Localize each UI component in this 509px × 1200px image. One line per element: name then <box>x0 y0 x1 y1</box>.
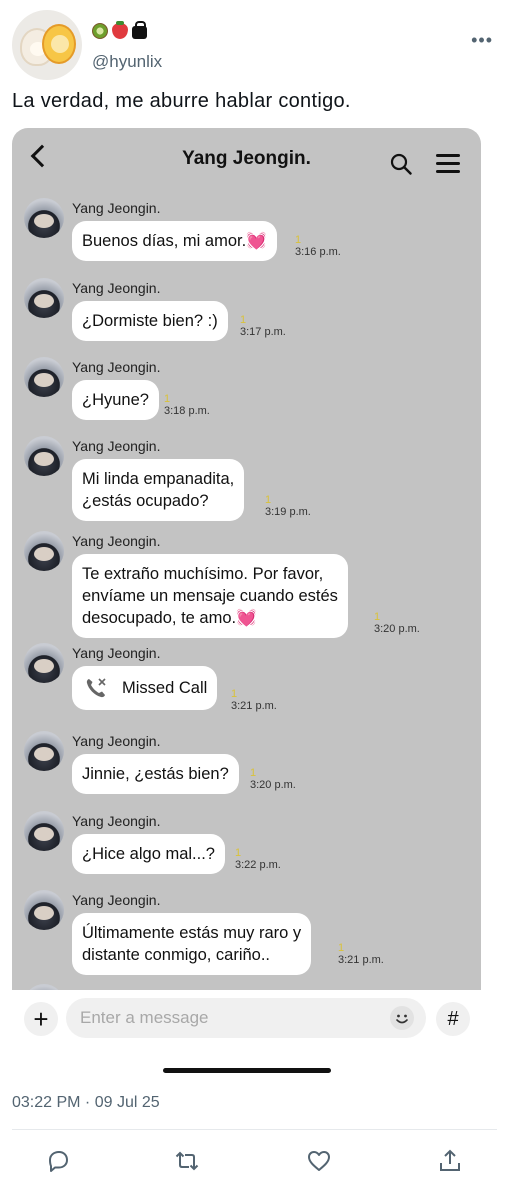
sender-avatar[interactable] <box>24 357 64 397</box>
like-heart-icon[interactable] <box>306 1148 332 1174</box>
message-meta: 1 3:21 p.m. <box>231 688 277 712</box>
message-meta: 1 3:16 p.m. <box>295 234 341 258</box>
message-time: 3:21 p.m. <box>338 954 384 966</box>
message-text: ¿Hyune? <box>82 391 149 409</box>
message-time: 3:20 p.m. <box>374 623 420 635</box>
message-bubble[interactable]: Jinnie, ¿estás bien? <box>72 754 239 794</box>
message-time: 3:22 p.m. <box>235 859 281 871</box>
chat-header: Yang Jeongin. <box>12 128 481 194</box>
heart-icon: 💓 <box>236 609 257 627</box>
message-meta: 1 3:19 p.m. <box>265 494 311 518</box>
message-text-line: Mi linda empanadita, <box>82 470 235 488</box>
sender-avatar[interactable] <box>24 890 64 930</box>
divider <box>12 1129 497 1130</box>
menu-icon[interactable] <box>436 154 460 174</box>
message-bubble[interactable]: Últimamente estás muy raro y distante co… <box>72 913 312 975</box>
add-attachment-button[interactable]: + <box>24 1002 58 1036</box>
message-meta: 1 3:17 p.m. <box>240 314 286 338</box>
message-bubble[interactable]: Buenos días, mi amor.💓 <box>72 221 277 261</box>
read-count: 1 <box>250 767 257 779</box>
message-time: 3:17 p.m. <box>240 326 286 338</box>
message-meta: 1 3:22 p.m. <box>235 847 281 871</box>
message-text-line: distante conmigo, cariño.. <box>82 946 271 964</box>
message-time: 3:21 p.m. <box>231 700 277 712</box>
sender-avatar[interactable] <box>24 278 64 318</box>
message-bubble[interactable]: Te extraño muchísimo. Por favor, envíame… <box>72 554 348 638</box>
home-indicator <box>163 1068 331 1073</box>
message-time: 3:16 p.m. <box>295 246 341 258</box>
message-time: 3:19 p.m. <box>265 506 311 518</box>
shopping-bag-icon <box>132 21 147 39</box>
sender-name: Yang Jeongin. <box>72 533 161 549</box>
share-icon[interactable] <box>437 1148 463 1174</box>
message-text: Missed Call <box>122 679 208 697</box>
profile-avatar[interactable] <box>12 10 82 80</box>
message-input[interactable] <box>66 998 426 1038</box>
message-meta: 1 3:20 p.m. <box>250 767 296 791</box>
sender-avatar[interactable] <box>24 436 64 476</box>
sender-avatar[interactable] <box>24 811 64 851</box>
read-count: 1 <box>295 234 302 246</box>
message-text: ¿Hice algo mal...? <box>82 845 215 863</box>
chat-screenshot: Yang Jeongin. Yang Jeongin. Buenos días,… <box>12 128 481 990</box>
sender-name: Yang Jeongin. <box>72 813 161 829</box>
message-meta: 1 3:20 p.m. <box>374 611 420 635</box>
missed-call-bubble[interactable]: Missed Call <box>72 666 218 710</box>
sender-name: Yang Jeongin. <box>72 200 161 216</box>
sender-name: Yang Jeongin. <box>72 733 161 749</box>
message-bubble[interactable]: ¿Hyune? <box>72 380 159 420</box>
sender-name: Yang Jeongin. <box>72 359 161 375</box>
retweet-icon[interactable] <box>174 1148 200 1174</box>
sender-avatar[interactable] <box>24 643 64 683</box>
kiwi-icon <box>92 23 108 39</box>
heart-icon: 💓 <box>246 232 267 250</box>
sender-name: Yang Jeongin. <box>72 438 161 454</box>
message-time: 3:20 p.m. <box>250 779 296 791</box>
strawberry-icon <box>112 21 128 39</box>
message-time: 3:18 p.m. <box>164 405 210 417</box>
reply-icon[interactable] <box>45 1148 71 1174</box>
emoji-icon[interactable] <box>390 1006 414 1030</box>
message-meta: 1 3:18 p.m. <box>164 393 210 417</box>
sender-name: Yang Jeongin. <box>72 645 161 661</box>
message-text-line: Te extraño muchísimo. Por favor, <box>82 565 324 583</box>
message-text-line: Últimamente estás muy raro y <box>82 924 302 942</box>
message-bubble[interactable]: ¿Dormiste bien? :) <box>72 301 228 341</box>
read-count: 1 <box>374 611 381 623</box>
tweet-actions <box>0 1140 509 1180</box>
message-text: Jinnie, ¿estás bien? <box>82 765 229 783</box>
message-text: Buenos días, mi amor. <box>82 232 247 250</box>
sender-avatar[interactable] <box>24 531 64 571</box>
search-icon[interactable] <box>390 153 412 175</box>
tweet-timestamp[interactable]: 03:22 PM · 09 Jul 25 <box>12 1094 160 1112</box>
sender-avatar[interactable] <box>24 731 64 771</box>
hashtag-button[interactable]: # <box>436 1002 470 1036</box>
message-text-line: envíame un mensaje cuando estés <box>82 587 338 605</box>
read-count: 1 <box>338 942 345 954</box>
user-handle[interactable]: @hyunlix <box>92 52 162 72</box>
read-count: 1 <box>231 688 238 700</box>
sender-avatar[interactable] <box>24 198 64 238</box>
read-count: 1 <box>235 847 242 859</box>
message-text-line: desocupado, te amo. <box>82 609 237 627</box>
read-count: 1 <box>164 393 171 405</box>
message-bubble[interactable]: ¿Hice algo mal...? <box>72 834 225 874</box>
message-meta: 1 3:21 p.m. <box>338 942 384 966</box>
tweet-header: @hyunlix ••• <box>12 10 497 80</box>
display-name-emojis[interactable] <box>92 21 147 39</box>
missed-call-icon <box>86 678 106 698</box>
read-count: 1 <box>240 314 247 326</box>
message-input-bar: + # <box>0 990 509 1046</box>
sender-name: Yang Jeongin. <box>72 280 161 296</box>
tweet-text: La verdad, me aburre hablar contigo. <box>12 90 351 112</box>
message-text-line: ¿estás ocupado? <box>82 492 209 510</box>
read-count: 1 <box>265 494 272 506</box>
sender-name: Yang Jeongin. <box>72 892 161 908</box>
message-text: ¿Dormiste bien? :) <box>82 312 218 330</box>
message-bubble[interactable]: Mi linda empanadita, ¿estás ocupado? <box>72 459 245 521</box>
more-options-icon[interactable]: ••• <box>471 30 493 51</box>
